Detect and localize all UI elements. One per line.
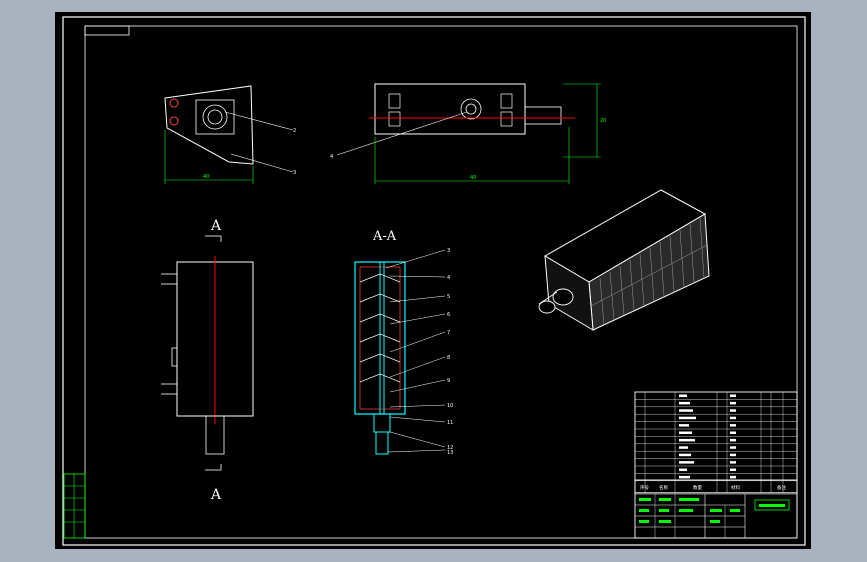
balloon-sec-5: 5 [447, 294, 450, 300]
front-view [161, 256, 254, 455]
balloon-sec-9: 9 [447, 378, 450, 384]
section-balloons: 3 4 5 6 7 8 9 10 11 12 13 [447, 248, 453, 456]
isometric-view [538, 189, 710, 331]
bom-row [679, 431, 692, 434]
bom-row [679, 424, 689, 427]
dim-side-width: 40 [203, 174, 209, 180]
section-label-aa: A-A [372, 229, 397, 244]
bom-row-material [730, 409, 736, 412]
balloon-sec-13: 13 [447, 450, 453, 456]
bom-row-material [730, 416, 736, 420]
bom-row-material [730, 394, 736, 397]
bom-header-cell: 备注 [777, 484, 786, 491]
bom-row [679, 394, 687, 397]
balloon-sec-4: 4 [447, 275, 450, 281]
bom-header-cell: 数量 [693, 484, 702, 491]
bom-row [679, 446, 688, 449]
bom-row [679, 461, 694, 464]
section-label-a-top: A [210, 218, 222, 234]
side-view: 2 3 40 [164, 85, 296, 184]
bom-row-material [730, 461, 736, 464]
top-left-tag [84, 25, 130, 36]
bom-row-material [730, 475, 736, 479]
bom-row-material [730, 401, 736, 405]
bom-row [679, 401, 690, 405]
balloon-sec-10: 10 [447, 403, 453, 409]
bom-header-cell: 序号 [640, 484, 649, 491]
dim-top-length: 40 [470, 175, 476, 181]
bom-row [679, 409, 693, 412]
bom-row-material [730, 453, 736, 457]
balloon-sec-8: 8 [447, 355, 450, 361]
section-view [354, 249, 446, 455]
bom-row [679, 453, 691, 457]
bom-row [679, 475, 690, 479]
drawing-sheet: 2 3 40 4 40 20 A A A-A 3 4 5 6 7 8 9 10 … [55, 12, 811, 549]
balloon-side-2: 3 [293, 170, 296, 176]
dim-top-height: 20 [600, 118, 606, 124]
balloon-top-4: 4 [330, 154, 333, 160]
balloon-side-1: 2 [293, 128, 296, 134]
side-stamp-table [63, 473, 86, 539]
bom-header-cell: 材料 [731, 484, 740, 491]
bom-row [679, 468, 687, 471]
cad-drawing: 2 3 40 4 40 20 A A A-A 3 4 5 6 7 8 9 10 … [62, 16, 806, 546]
bom-row-material [730, 431, 736, 434]
top-view: 4 40 20 [330, 83, 606, 184]
bom-table: 序号 名称 数量 材料 备注 [634, 391, 798, 494]
bom-row-material [730, 438, 736, 442]
bom-row-material [730, 424, 736, 427]
bom-row-material [730, 446, 736, 449]
bom-row [679, 438, 695, 442]
section-label-a-bottom: A [210, 487, 222, 503]
balloon-sec-6: 6 [447, 312, 450, 318]
bom-row [679, 416, 696, 420]
bom-header-cell: 名称 [659, 484, 668, 491]
balloon-sec-11: 11 [447, 420, 453, 426]
balloon-sec-3: 3 [447, 248, 450, 254]
bom-row-material [730, 468, 736, 471]
balloon-sec-7: 7 [447, 330, 450, 336]
